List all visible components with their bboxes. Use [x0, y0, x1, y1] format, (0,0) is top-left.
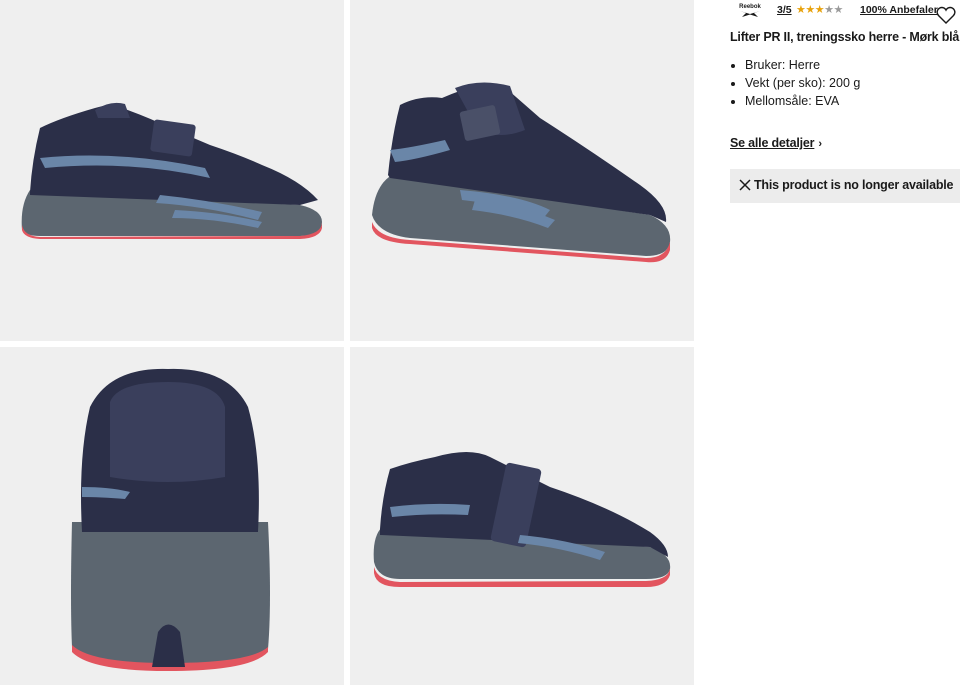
product-image-back[interactable]	[0, 347, 344, 685]
star-empty-icon: ★	[824, 4, 834, 16]
spec-item: Vekt (per sko): 200 g	[745, 74, 860, 92]
rating-score[interactable]: 3/5	[777, 4, 792, 16]
spec-item: Mellomsåle: EVA	[745, 92, 860, 110]
rating-bar: Reebok 3/5 ★★★★★ 100% Anbefaler	[730, 0, 960, 30]
product-image-side[interactable]	[0, 0, 344, 341]
spec-item: Bruker: Herre	[745, 56, 860, 74]
shoe-image	[373, 452, 671, 587]
product-gallery	[0, 0, 694, 685]
see-all-details-link[interactable]: Se alle detaljer ›	[730, 136, 822, 150]
product-image-three-quarter[interactable]	[350, 0, 694, 341]
product-image-angled[interactable]	[350, 347, 694, 685]
spec-list: Bruker: Herre Vekt (per sko): 200 g Mell…	[730, 56, 860, 110]
star-empty-icon: ★	[833, 4, 844, 16]
unavailable-notice: This product is no longer available	[730, 169, 960, 203]
product-info-panel: Reebok 3/5 ★★★★★ 100% Anbefaler Lifter P…	[730, 0, 960, 685]
reebok-logo: Reebok	[739, 4, 761, 17]
recommend-link[interactable]: 100% Anbefaler	[860, 4, 938, 16]
svg-text:Reebok: Reebok	[739, 4, 761, 10]
close-icon	[739, 179, 751, 191]
star-rating: ★★★★★	[796, 3, 843, 16]
unavailable-message: This product is no longer available	[754, 178, 954, 192]
product-title: Lifter PR II, treningssko herre - Mørk b…	[730, 30, 960, 44]
details-link-label: Se alle detaljer	[730, 136, 815, 150]
shoe-image	[71, 368, 270, 671]
star-filled-icon: ★	[814, 4, 825, 16]
star-filled-icon: ★	[796, 4, 806, 16]
favorite-heart-icon[interactable]	[935, 4, 957, 26]
chevron-right-icon: ›	[818, 138, 822, 150]
shoe-image	[372, 82, 671, 263]
shoe-image	[21, 102, 323, 239]
star-filled-icon: ★	[805, 4, 815, 16]
